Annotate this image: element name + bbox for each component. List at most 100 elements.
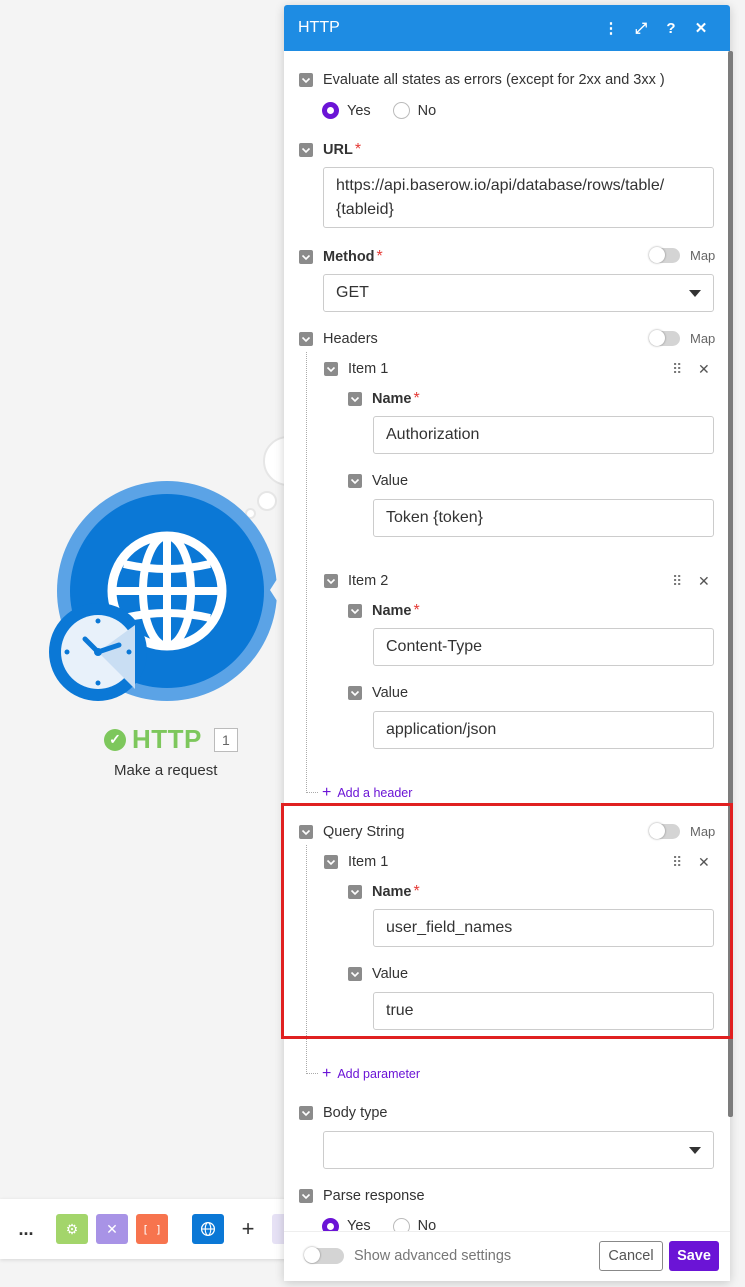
check-icon: ✓	[104, 728, 126, 751]
parse-no-radio[interactable]	[392, 1218, 410, 1232]
chevron-down-icon	[689, 1147, 701, 1154]
method-value: GET	[336, 284, 369, 301]
module-number-badge: 1	[213, 727, 238, 752]
map-toggle-switch[interactable]	[649, 247, 680, 263]
tree-line	[306, 792, 318, 793]
body-type-label: Body type	[323, 1105, 388, 1121]
tree-line	[306, 1073, 318, 1074]
add-parameter-link[interactable]: + Add parameter	[322, 1065, 420, 1083]
collapse-checkbox-icon[interactable]	[299, 250, 313, 264]
remove-item-icon[interactable]: ✕	[698, 573, 710, 590]
parse-response-options: Yes No	[322, 1218, 458, 1232]
body-type-select[interactable]	[323, 1131, 714, 1169]
header-item-2-row: Item 2	[324, 573, 388, 589]
collapse-checkbox-icon[interactable]	[299, 332, 313, 346]
module-subtitle: Make a request	[114, 762, 218, 779]
parse-yes-label[interactable]: Yes	[347, 1218, 371, 1232]
url-input[interactable]: https://api.baserow.io/api/database/rows…	[323, 167, 714, 228]
headers-label: Headers	[323, 331, 378, 347]
required-marker: *	[376, 248, 383, 265]
evaluate-no-label[interactable]: No	[418, 103, 437, 119]
header-item-2-value-input[interactable]: application/json	[373, 711, 714, 749]
tools-icon[interactable]: ✕	[96, 1214, 128, 1244]
header-item-2-name-row: Name *	[348, 602, 420, 620]
url-row: URL *	[299, 141, 361, 159]
more-horizontal-icon[interactable]: ...	[10, 1214, 42, 1244]
more-vertical-icon[interactable]: ⋮	[596, 19, 626, 37]
evaluate-yes-label[interactable]: Yes	[347, 103, 371, 119]
method-row: Method *	[299, 248, 383, 266]
parse-no-label[interactable]: No	[418, 1218, 437, 1232]
url-label: URL	[323, 142, 353, 158]
method-map-toggle[interactable]: Map	[649, 247, 716, 263]
add-module-icon[interactable]: +	[232, 1214, 264, 1244]
map-toggle-label: Map	[690, 248, 716, 263]
drag-handle-icon[interactable]: ⠿	[672, 361, 682, 378]
panel-header: HTTP ⋮ ⤢ ? ✕	[284, 5, 730, 51]
value-label: Value	[372, 685, 409, 701]
collapse-checkbox-icon[interactable]	[299, 143, 313, 157]
collapse-checkbox-icon[interactable]	[299, 1106, 313, 1120]
collapse-checkbox-icon[interactable]	[348, 392, 362, 406]
evaluate-errors-options: Yes No	[322, 102, 458, 119]
header-item-1-name-input[interactable]: Authorization	[373, 416, 714, 454]
chevron-down-icon	[689, 290, 701, 297]
collapse-checkbox-icon[interactable]	[299, 1189, 313, 1203]
add-header-link[interactable]: + Add a header	[322, 784, 412, 802]
headers-map-toggle[interactable]: Map	[649, 330, 715, 346]
expand-icon[interactable]: ⤢	[626, 20, 656, 37]
module-label: ✓ HTTP 1	[104, 724, 238, 755]
collapse-checkbox-icon[interactable]	[348, 474, 362, 488]
header-item-1-value-row: Value	[348, 473, 408, 489]
method-label: Method	[323, 249, 375, 265]
url-value-line1: https://api.baserow.io/api/database/rows…	[336, 177, 665, 194]
plus-icon: +	[322, 1065, 332, 1082]
advanced-toggle-switch[interactable]	[304, 1247, 344, 1264]
header-item-1-row: Item 1	[324, 361, 388, 377]
highlight-box	[281, 803, 733, 1039]
header-item-1-value-input[interactable]: Token {token}	[373, 499, 714, 537]
globe-icon[interactable]	[192, 1214, 224, 1244]
name-label: Name	[372, 391, 412, 407]
save-button[interactable]: Save	[669, 1241, 719, 1271]
bottom-toolbar: ... ⚙ ✕ [ ] +	[0, 1199, 290, 1259]
evaluate-no-radio[interactable]	[392, 102, 410, 119]
drag-handle-icon[interactable]: ⠿	[672, 573, 682, 590]
bracket-icon[interactable]: [ ]	[136, 1214, 168, 1244]
collapse-checkbox-icon[interactable]	[348, 686, 362, 700]
panel-title: HTTP	[298, 19, 340, 36]
map-toggle-switch[interactable]	[649, 330, 680, 346]
header-item-2-name-input[interactable]: Content-Type	[373, 628, 714, 666]
required-marker: *	[413, 602, 420, 619]
note-bubble-dot	[257, 491, 277, 511]
evaluate-yes-radio[interactable]	[322, 102, 339, 119]
module-title: HTTP	[132, 724, 202, 754]
evaluate-errors-label: Evaluate all states as errors (except fo…	[323, 72, 665, 88]
plus-icon: +	[322, 784, 332, 801]
required-marker: *	[413, 390, 420, 407]
collapse-checkbox-icon[interactable]	[348, 604, 362, 618]
header-item-1-label: Item 1	[348, 361, 389, 377]
method-select[interactable]: GET	[323, 274, 714, 312]
evaluate-errors-row: Evaluate all states as errors (except fo…	[299, 72, 665, 88]
gear-icon[interactable]: ⚙	[56, 1214, 88, 1244]
required-marker: *	[354, 141, 362, 158]
tree-line	[306, 352, 307, 793]
collapse-checkbox-icon[interactable]	[324, 362, 338, 376]
close-icon[interactable]: ✕	[686, 19, 716, 37]
parse-yes-radio[interactable]	[322, 1218, 339, 1232]
panel-footer: Show advanced settings Cancel Save	[284, 1231, 730, 1281]
headers-row: Headers	[299, 331, 378, 347]
add-parameter-label: Add parameter	[337, 1067, 421, 1081]
advanced-settings-toggle[interactable]: Show advanced settings	[304, 1247, 511, 1264]
add-header-label: Add a header	[337, 786, 413, 800]
header-item-1-name-row: Name *	[348, 390, 420, 408]
url-value-line2: {tableid}	[336, 201, 394, 218]
header-item-2-value-row: Value	[348, 685, 408, 701]
collapse-checkbox-icon[interactable]	[299, 73, 313, 87]
help-icon[interactable]: ?	[656, 20, 686, 37]
cancel-button[interactable]: Cancel	[599, 1241, 663, 1271]
body-type-row: Body type	[299, 1105, 388, 1121]
collapse-checkbox-icon[interactable]	[324, 574, 338, 588]
remove-item-icon[interactable]: ✕	[698, 361, 710, 378]
